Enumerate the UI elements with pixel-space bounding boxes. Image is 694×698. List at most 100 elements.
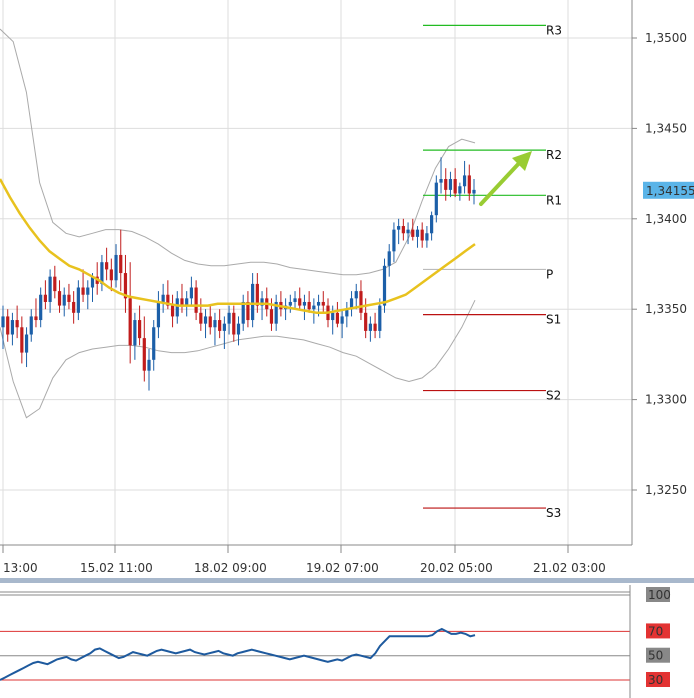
candle-body (161, 294, 165, 302)
candle-body (81, 287, 85, 295)
price-tick-label: 1,3450 (645, 121, 687, 135)
candle-body (448, 179, 453, 190)
candle-body (105, 262, 109, 270)
candle-body (382, 265, 387, 306)
candle-body (34, 316, 38, 321)
candle-body (392, 229, 396, 252)
candle-body (142, 338, 146, 371)
candle-body (425, 233, 429, 241)
candle-body (430, 215, 434, 234)
candle-body (114, 254, 118, 281)
pivot-label-s3: S3 (546, 506, 561, 520)
candle-body (227, 312, 231, 324)
candle-body (255, 283, 259, 306)
candle-body (222, 323, 226, 331)
candle-body (321, 301, 325, 306)
candle-body (189, 287, 193, 299)
time-tick-label: 15.02 11:00 (80, 561, 153, 575)
candle-body (199, 312, 203, 324)
current-price-label: 1,34155 (646, 184, 694, 198)
time-tick-label: 18.02 09:00 (194, 561, 267, 575)
candle-body (364, 312, 368, 331)
candle-body (156, 301, 161, 328)
candle-body (401, 226, 405, 234)
candle-body (20, 327, 24, 353)
candle-body (119, 254, 123, 274)
price-tick-label: 1,3300 (645, 393, 687, 407)
time-tick-label: 13:00 (3, 561, 38, 575)
candle-body (10, 320, 15, 335)
candle-body (340, 316, 344, 324)
candle-body (67, 294, 71, 302)
candle-body (411, 229, 415, 237)
candle-body (1, 316, 5, 328)
candle-body (293, 298, 297, 302)
candle-body (236, 323, 241, 335)
candle-body (62, 294, 66, 306)
candle-body (208, 316, 212, 328)
price-tick-label: 1,3350 (645, 302, 687, 316)
candle-body (86, 287, 90, 295)
rsi-panel: 100 70 50 30 (0, 585, 671, 698)
candle-body (420, 229, 424, 241)
candle-body (288, 301, 292, 306)
candle-body (467, 175, 471, 194)
candle-body (76, 287, 80, 313)
pivot-label-r1: R1 (546, 193, 562, 207)
candle-body (137, 320, 142, 339)
pivot-label-r2: R2 (546, 148, 562, 162)
candle-body (43, 294, 47, 302)
rsi-level-label: 30 (648, 673, 663, 687)
candle-body (453, 179, 457, 194)
candle-body (458, 186, 462, 194)
candle-body (218, 320, 222, 331)
candle-body (15, 320, 19, 328)
candle-body (387, 251, 391, 266)
candle-body (241, 301, 245, 324)
rsi-level-label: 100 (648, 588, 671, 602)
candle-body (147, 359, 151, 371)
candle-body (397, 226, 401, 230)
candle-body (29, 316, 33, 335)
candle-body (368, 323, 372, 331)
candle-body (57, 291, 62, 306)
pivot-label-p: P (546, 267, 553, 281)
candle-body (462, 175, 467, 187)
candle-body (378, 305, 382, 331)
main-plot: R3 R2 R1 P S1 S2 S3 (0, 0, 633, 546)
candle-body (312, 305, 316, 310)
price-tick-label: 1,3250 (645, 483, 687, 497)
time-tick-label: 21.02 03:00 (533, 561, 606, 575)
candle-body (232, 312, 236, 335)
rsi-level-label: 70 (648, 624, 663, 638)
candle-body (48, 276, 52, 302)
candle-body (316, 301, 321, 306)
candle-body (331, 312, 335, 321)
forex-chart: R3 R2 R1 P S1 S2 S3 1,3500 1,3450 1,3400 1,3350 1,… (0, 0, 694, 698)
candle-body (354, 291, 358, 299)
candle-body (24, 334, 29, 353)
pivot-label-r3: R3 (546, 23, 562, 37)
candle-body (6, 316, 10, 335)
candle-body (170, 305, 175, 317)
price-tick-label: 1,3400 (645, 212, 687, 226)
candle-body (359, 291, 363, 313)
rsi-level-label: 50 (648, 649, 663, 663)
candle-body (39, 294, 43, 321)
panel-separator[interactable] (0, 578, 694, 583)
candle-body (203, 316, 208, 324)
candle-body (472, 189, 476, 194)
candle-body (53, 276, 57, 292)
candle-body (72, 301, 76, 313)
candle-body (152, 327, 156, 360)
candle-body (298, 298, 302, 306)
candle-body (302, 301, 307, 306)
candle-body (213, 320, 217, 328)
candle-body (133, 320, 137, 346)
candle-body (194, 287, 198, 313)
candle-body (128, 298, 132, 346)
candle-body (415, 229, 420, 237)
candle-body (439, 179, 443, 183)
price-tick-label: 1,3500 (645, 31, 687, 45)
candle-body (335, 312, 340, 324)
